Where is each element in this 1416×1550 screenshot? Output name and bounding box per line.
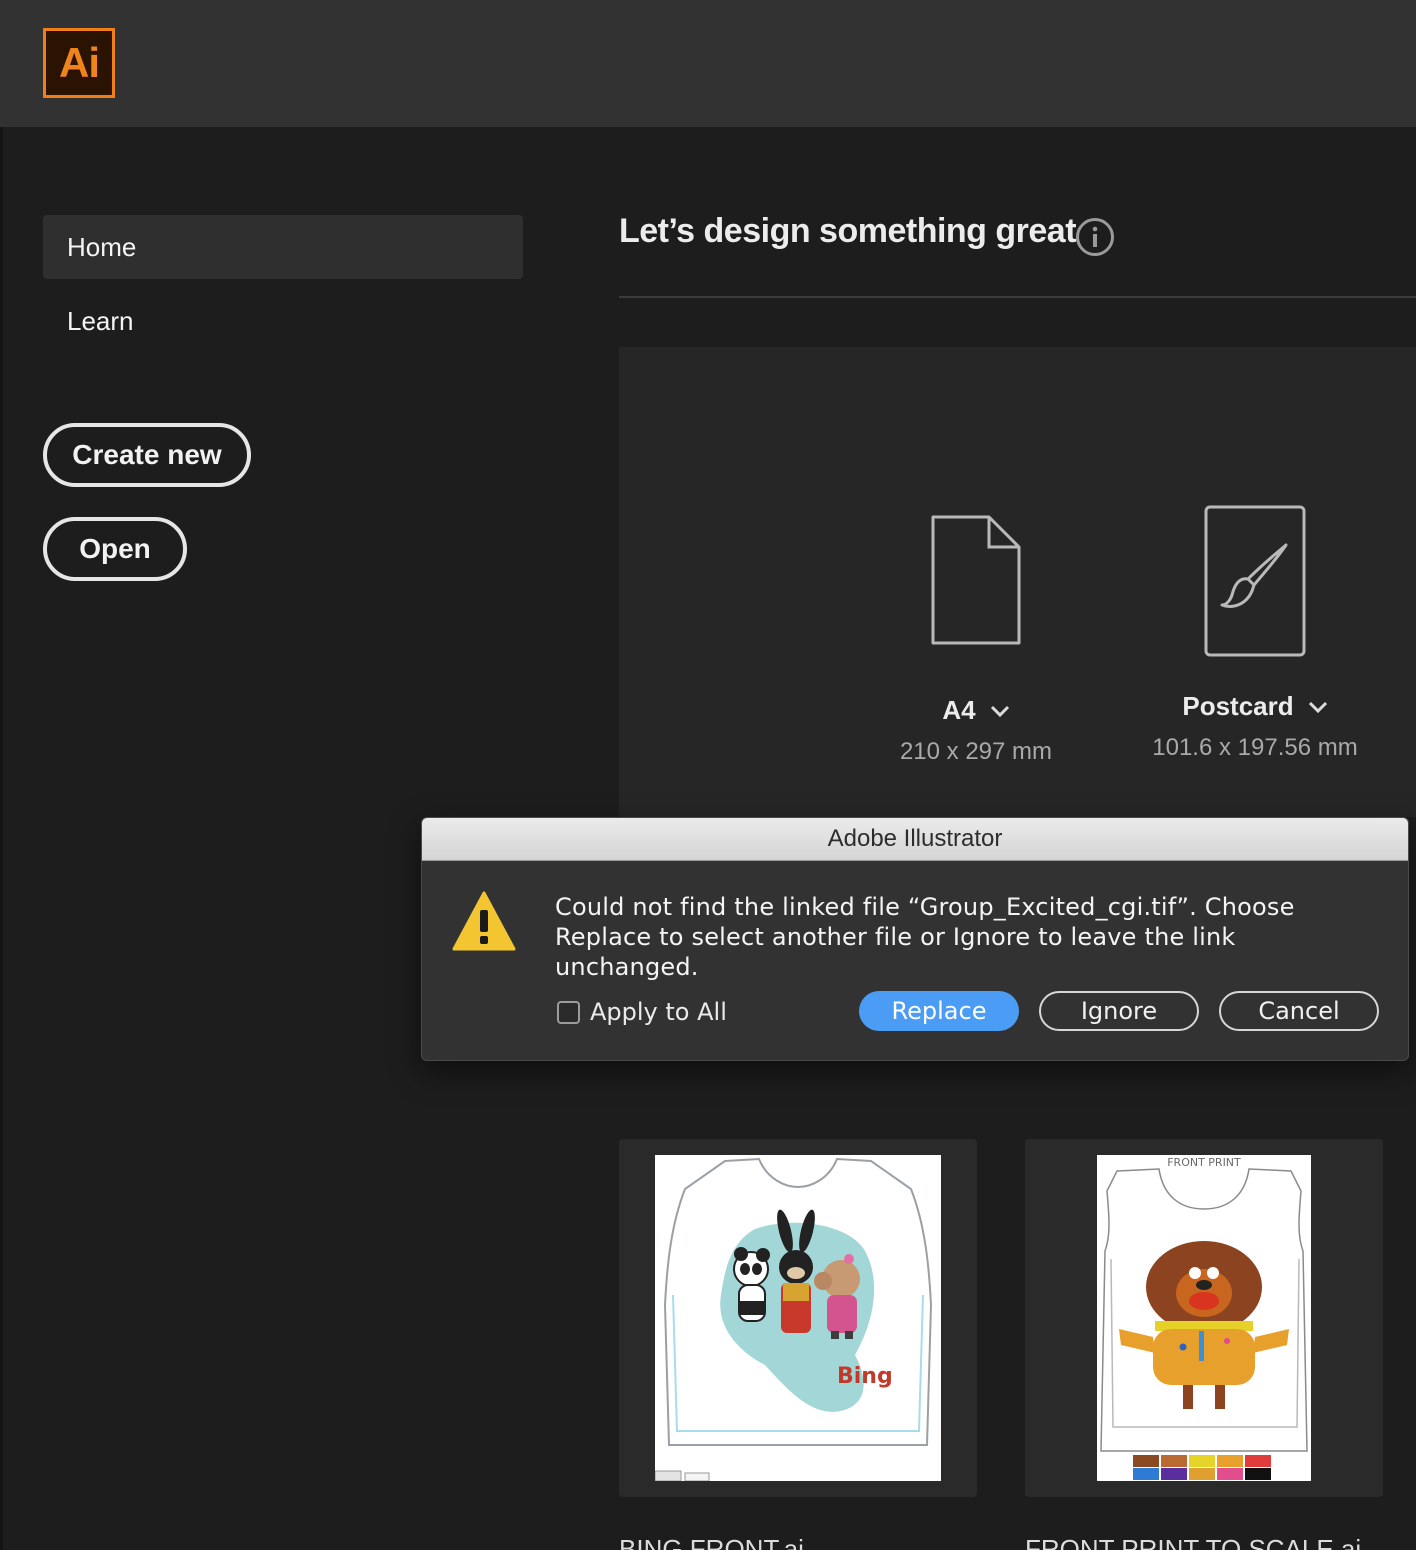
thumb-label: FRONT PRINT	[1167, 1156, 1241, 1169]
file-thumbnail: Bing	[654, 1155, 941, 1482]
svg-text:Bing: Bing	[837, 1364, 893, 1389]
missing-link-dialog: Adobe Illustrator Could not find the lin…	[421, 817, 1409, 1061]
color-swatches	[1133, 1455, 1271, 1480]
recent-file-card[interactable]: FRONT PRINT	[1025, 1139, 1383, 1497]
recent-file-name[interactable]: FRONT PRINT TO SCALE.ai	[1025, 1534, 1361, 1550]
brush-artboard-icon	[1204, 505, 1306, 657]
dialog-message: Could not find the linked file “Group_Ex…	[555, 893, 1295, 981]
sidebar-item-learn[interactable]: Learn	[43, 289, 523, 353]
preset-a4[interactable]: A4 210 x 297 mm	[866, 515, 1086, 766]
apply-to-all-label: Apply to All	[590, 998, 727, 1026]
document-icon	[931, 515, 1021, 645]
recent-file-card[interactable]: Bing	[619, 1139, 977, 1497]
sidebar-item-home[interactable]: Home	[43, 215, 523, 279]
recent-file-name[interactable]: BING FRONT.ai	[619, 1534, 804, 1550]
dialog-title: Adobe Illustrator	[422, 818, 1408, 861]
divider	[619, 296, 1416, 298]
sidebar-item-label: Learn	[67, 305, 134, 336]
illustrator-logo: Ai	[43, 28, 115, 98]
open-button[interactable]: Open	[43, 517, 187, 581]
page-title: Let’s design something great	[619, 212, 1077, 250]
chevron-down-icon[interactable]	[990, 705, 1010, 717]
warning-icon	[452, 891, 516, 951]
sidebar-item-label: Home	[67, 231, 137, 262]
checkbox-box[interactable]	[557, 1000, 580, 1024]
window-edge	[0, 127, 3, 1550]
preset-postcard[interactable]: Postcard 101.6 x 197.56 mm	[1145, 505, 1365, 762]
file-thumbnail: FRONT PRINT	[1097, 1155, 1311, 1481]
app-header: Ai	[0, 0, 1416, 127]
preset-name: Postcard	[1182, 691, 1294, 721]
info-icon[interactable]	[1075, 217, 1115, 257]
create-new-button[interactable]: Create new	[43, 423, 251, 487]
chevron-down-icon[interactable]	[1308, 701, 1328, 713]
replace-button[interactable]: Replace	[859, 991, 1019, 1031]
preset-size: 101.6 x 197.56 mm	[1152, 734, 1358, 761]
ignore-button[interactable]: Ignore	[1039, 991, 1199, 1031]
preset-size: 210 x 297 mm	[899, 738, 1053, 765]
cancel-button[interactable]: Cancel	[1219, 991, 1379, 1031]
logo-text: Ai	[59, 39, 100, 86]
preset-name: A4	[942, 695, 976, 725]
apply-to-all-checkbox[interactable]: Apply to All	[557, 998, 727, 1026]
